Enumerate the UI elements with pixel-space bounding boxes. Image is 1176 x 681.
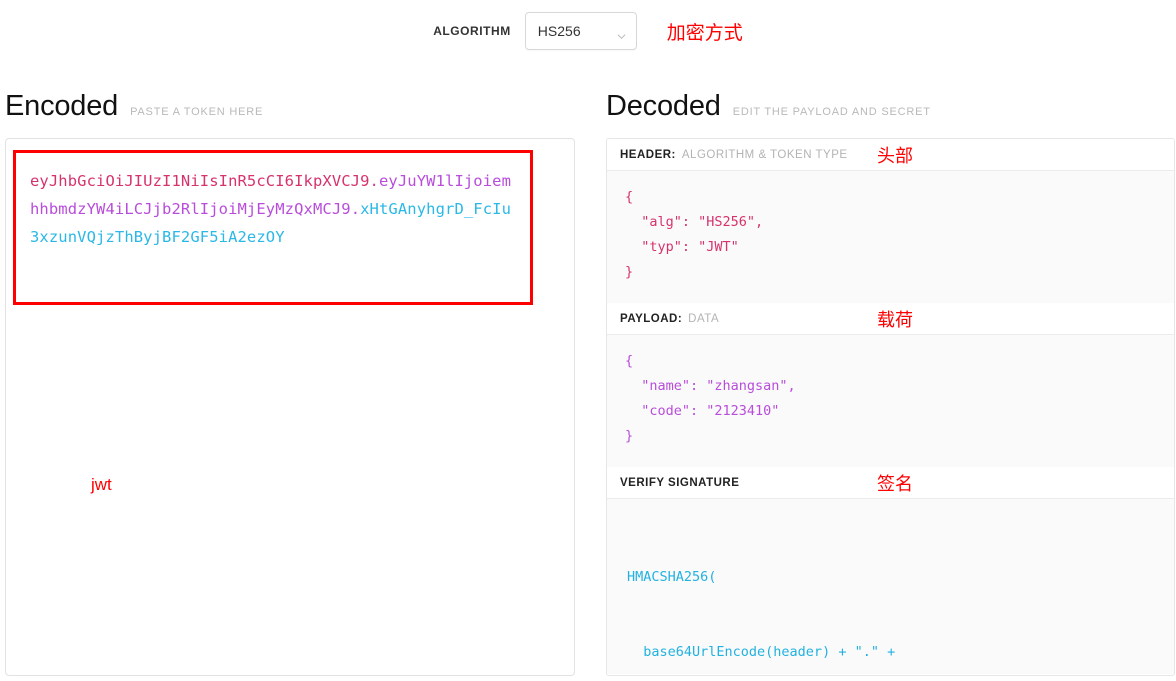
algorithm-label: ALGORITHM (433, 24, 511, 38)
encoded-heading: Encoded PASTE A TOKEN HERE (5, 90, 263, 123)
decoded-heading: Decoded EDIT THE PAYLOAD AND SECRET (606, 90, 931, 123)
encoded-subtitle: PASTE A TOKEN HERE (130, 106, 264, 118)
decoded-title: Decoded (606, 90, 721, 122)
jwt-token-text[interactable]: eyJhbGciOiJIUzI1NiIsInR5cCI6IkpXVCJ9.eyJ… (30, 167, 520, 251)
signature-body: HMACSHA256( base64UrlEncode(header) + ".… (607, 499, 1174, 674)
header-section-label: HEADER: (620, 148, 676, 161)
encoded-token-panel[interactable]: eyJhbGciOiJIUzI1NiIsInR5cCI6IkpXVCJ9.eyJ… (5, 138, 575, 676)
signature-annotation-cn: 签名 (877, 473, 913, 495)
decoded-subtitle: EDIT THE PAYLOAD AND SECRET (732, 106, 931, 118)
token-dot-2: . (350, 200, 361, 218)
algorithm-bar: ALGORITHM HS256 加密方式 (0, 0, 1176, 62)
jwt-annotation: jwt (91, 475, 112, 494)
payload-section-sublabel: DATA (688, 312, 720, 325)
encoded-title: Encoded (5, 90, 119, 122)
payload-json-body[interactable]: { "name": "zhangsan", "code": "2123410" … (607, 335, 1174, 467)
token-highlight-box[interactable]: eyJhbGciOiJIUzI1NiIsInR5cCI6IkpXVCJ9.eyJ… (13, 150, 533, 305)
header-annotation-cn: 头部 (877, 145, 913, 167)
signature-section-label: VERIFY SIGNATURE (620, 476, 740, 489)
chevron-down-icon (617, 28, 626, 40)
header-section-title: HEADER: ALGORITHM & TOKEN TYPE 头部 (607, 139, 1174, 171)
signature-line-2: base64UrlEncode(header) + "." + (627, 644, 896, 660)
token-header-segment: eyJhbGciOiJIUzI1NiIsInR5cCI6IkpXVCJ9 (30, 172, 370, 190)
header-json-body[interactable]: { "alg": "HS256", "typ": "JWT" } (607, 171, 1174, 303)
algorithm-selected-value: HS256 (537, 23, 581, 39)
algorithm-select[interactable]: HS256 (524, 12, 637, 50)
signature-line-1: HMACSHA256( (627, 569, 717, 585)
token-dot-1: . (369, 172, 379, 190)
payload-section-label: PAYLOAD: (620, 312, 683, 325)
signature-section-title: VERIFY SIGNATURE 签名 (607, 467, 1174, 499)
algorithm-annotation-cn: 加密方式 (666, 21, 743, 44)
decoded-panel: HEADER: ALGORITHM & TOKEN TYPE 头部 { "alg… (606, 138, 1175, 676)
header-section-sublabel: ALGORITHM & TOKEN TYPE (681, 148, 848, 161)
payload-annotation-cn: 载荷 (877, 309, 913, 331)
payload-section-title: PAYLOAD: DATA 载荷 (607, 303, 1174, 335)
